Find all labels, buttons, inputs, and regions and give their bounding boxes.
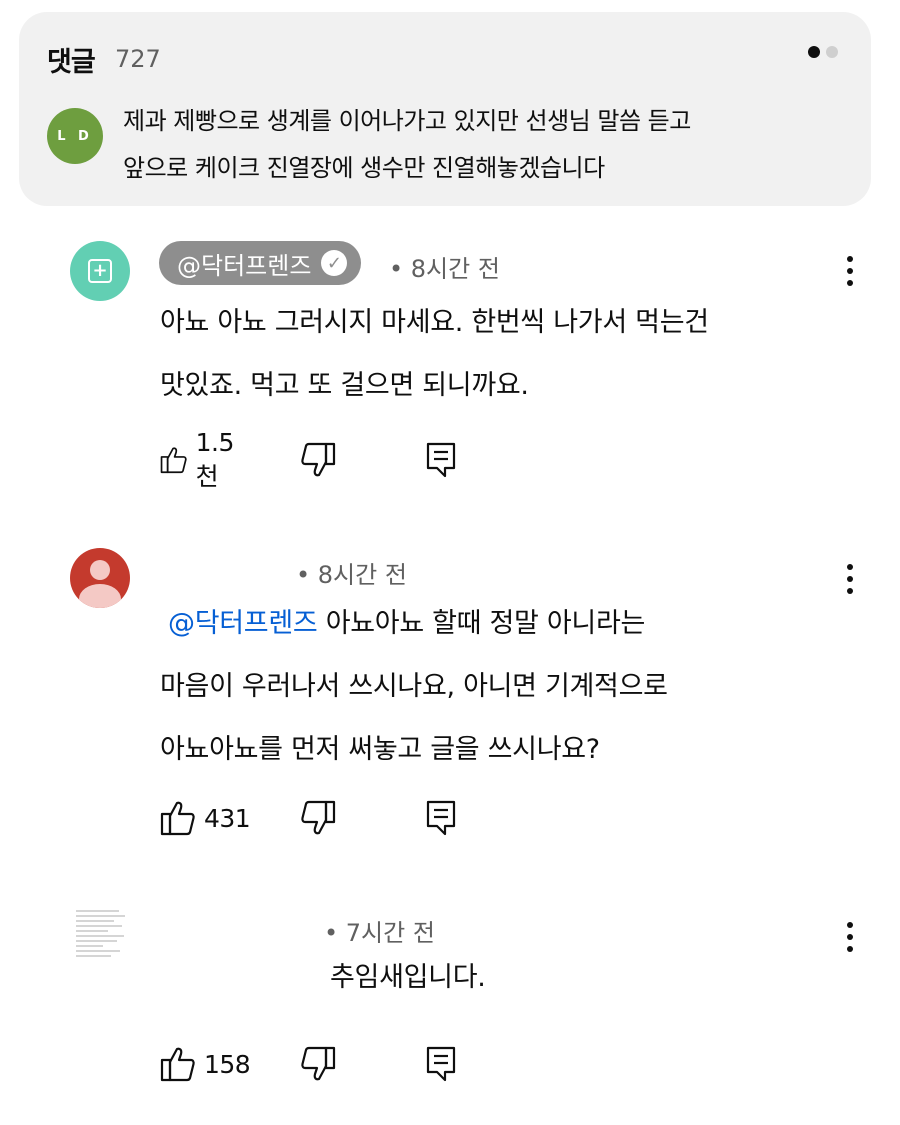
channel-handle: @닥터프렌즈 (177, 251, 312, 280)
avatar-initials: L D (57, 128, 93, 144)
reply-icon (426, 1046, 456, 1082)
reply-button[interactable] (425, 798, 457, 838)
comment-line: 맛있죠. 먹고 또 걸으면 되니까요. (160, 370, 529, 401)
comments-count: 727 (115, 45, 161, 73)
comment-line: 추임새입니다. (330, 962, 486, 993)
thumbs-up-icon (160, 801, 195, 836)
dislike-button[interactable] (300, 1044, 336, 1084)
comment-item: + @닥터프렌즈 ✓ • 8시간 전 아뇨 아뇨 그러시지 마세요. 한번씩 나… (0, 230, 900, 500)
pinned-comment-line: 제과 제빵으로 생계를 이어나가고 있지만 선생님 말씀 듣고 (123, 107, 691, 135)
reply-button[interactable] (425, 1044, 457, 1084)
like-button[interactable]: 158 (160, 1044, 251, 1084)
like-count: 158 (204, 1049, 251, 1079)
comments-header-card[interactable]: 댓글 727 L D 제과 제빵으로 생계를 이어나가고 있지만 선생님 말씀 … (19, 12, 871, 206)
avatar[interactable]: + (70, 241, 130, 301)
comment-line: 아뇨아뇨 할때 정말 아니라는 (325, 608, 646, 639)
comment-body: @닥터프렌즈 아뇨아뇨 할때 정말 아니라는 마음이 우러나서 쓰시나요, 아니… (160, 592, 668, 781)
avatar[interactable] (70, 548, 130, 608)
channel-handle-badge[interactable]: @닥터프렌즈 ✓ (159, 241, 362, 285)
thumbs-down-icon (301, 800, 336, 835)
comment-time: • 8시간 전 (389, 255, 500, 283)
more-vertical-icon[interactable] (846, 564, 854, 594)
comments-title: 댓글 (47, 47, 96, 78)
more-vertical-icon[interactable] (846, 256, 854, 286)
thumbs-down-icon (301, 442, 336, 477)
like-count: 431 (204, 803, 251, 833)
comment-item: • 8시간 전 @닥터프렌즈 아뇨아뇨 할때 정말 아니라는 마음이 우러나서 … (0, 540, 900, 850)
reply-icon (426, 442, 456, 478)
medical-cross-icon: + (88, 259, 112, 283)
thumbs-up-icon (160, 447, 187, 474)
comment-time: • 8시간 전 (296, 561, 407, 589)
like-count: 1.5천 (195, 427, 235, 491)
dislike-button[interactable] (300, 798, 336, 838)
comment-item: • 7시간 전 추임새입니다. 158 (0, 900, 900, 1100)
thumbs-up-icon (160, 1047, 195, 1082)
pinned-comment-text: 제과 제빵으로 생계를 이어나가고 있지만 선생님 말씀 듣고 앞으로 케이크 … (123, 98, 843, 192)
pinned-comment-line: 앞으로 케이크 진열장에 생수만 진열해놓겠습니다 (123, 154, 605, 182)
reply-button[interactable] (425, 440, 457, 480)
comment-body: 추임새입니다. (330, 946, 486, 1009)
page-dot-active (808, 46, 820, 58)
more-vertical-icon[interactable] (846, 922, 854, 952)
page-dot-inactive (826, 46, 838, 58)
like-button[interactable]: 431 (160, 798, 251, 838)
avatar[interactable] (74, 908, 134, 968)
dislike-button[interactable] (300, 440, 336, 480)
thumbs-down-icon (301, 1046, 336, 1081)
comment-line: 아뇨 아뇨 그러시지 마세요. 한번씩 나가서 먹는건 (160, 307, 709, 338)
document-thumbnail-icon (76, 910, 130, 960)
reply-icon (426, 800, 456, 836)
comment-line: 마음이 우러나서 쓰시나요, 아니면 기계적으로 (160, 671, 668, 702)
avatar[interactable]: L D (47, 108, 103, 164)
comment-line: 아뇨아뇨를 먼저 써놓고 글을 쓰시나요? (160, 734, 600, 765)
comment-body: 아뇨 아뇨 그러시지 마세요. 한번씩 나가서 먹는건 맛있죠. 먹고 또 걸으… (160, 291, 709, 417)
page-indicator (808, 46, 838, 58)
like-button[interactable]: 1.5천 (160, 428, 242, 491)
verified-check-icon: ✓ (321, 250, 348, 276)
comment-time: • 7시간 전 (324, 919, 435, 947)
mention-link[interactable]: @닥터프렌즈 (168, 608, 318, 639)
person-icon (90, 560, 110, 580)
